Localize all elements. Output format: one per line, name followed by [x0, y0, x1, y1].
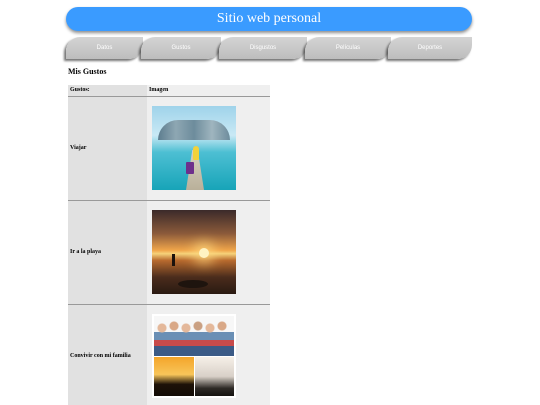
section-title: Mis Gustos	[68, 67, 107, 76]
table-header-row: Gustos: Imagen	[68, 85, 270, 97]
nav-tab-deportes[interactable]: Deportes	[388, 37, 472, 59]
travel-photo	[152, 106, 236, 190]
nav-tab-label: Gustos	[171, 45, 191, 51]
nav-tab-label: Películas	[335, 45, 361, 51]
table-row: Ir a la playa	[68, 200, 270, 305]
nav-tab-label: Datos	[96, 45, 113, 51]
like-name: Convivir con mi familia	[68, 304, 147, 405]
nav-tab-label: Disgustos	[249, 45, 277, 51]
main-nav: Datos Gustos Disgustos Películas Deporte…	[66, 37, 472, 59]
nav-tab-disgustos[interactable]: Disgustos	[219, 37, 307, 59]
nav-tab-gustos[interactable]: Gustos	[141, 37, 221, 59]
nav-tab-label: Deportes	[417, 45, 443, 51]
column-header-imagen: Imagen	[147, 85, 270, 97]
like-name: Viajar	[68, 96, 147, 201]
table-row: Viajar	[68, 96, 270, 201]
site-header: Sitio web personal	[66, 7, 472, 31]
table-row: Convivir con mi familia	[68, 304, 270, 405]
nav-tab-peliculas[interactable]: Películas	[305, 37, 391, 59]
nav-tab-datos[interactable]: Datos	[66, 37, 143, 59]
likes-table: Gustos: Imagen Viajar Ir a la playa Conv…	[68, 85, 270, 405]
beach-sunset-photo	[152, 210, 236, 294]
family-collage-photo	[152, 314, 236, 399]
site-title: Sitio web personal	[216, 11, 322, 26]
like-name: Ir a la playa	[68, 200, 147, 305]
column-header-gustos: Gustos:	[68, 85, 147, 97]
